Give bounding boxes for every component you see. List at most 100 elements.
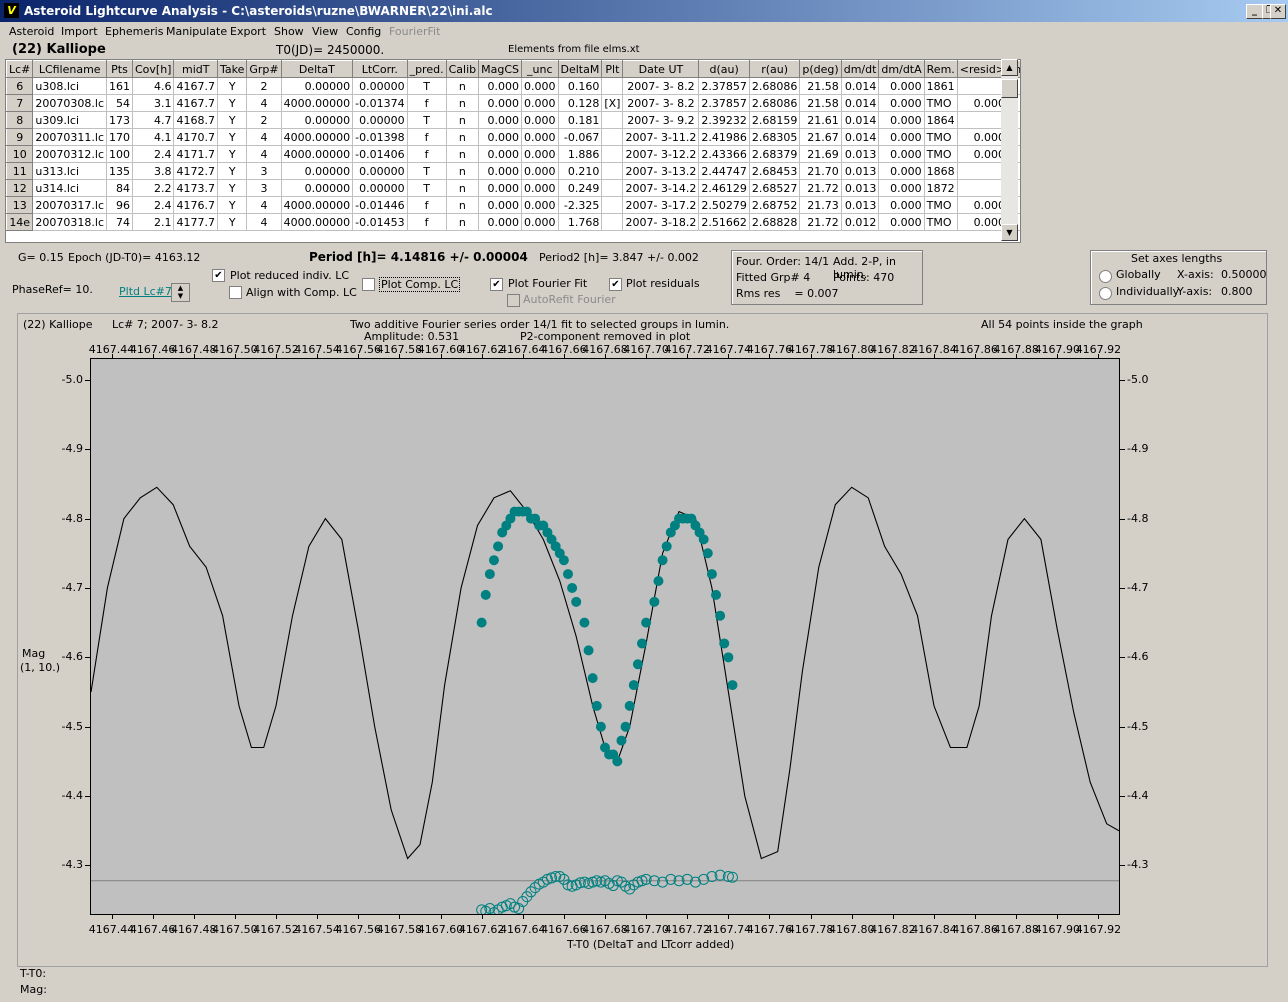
column-header[interactable]: _pred. bbox=[406, 60, 447, 78]
table-cell[interactable]: 2.41986 bbox=[698, 128, 750, 146]
table-cell[interactable]: 2 bbox=[246, 77, 282, 95]
column-header[interactable]: Calib bbox=[445, 60, 480, 78]
table-cell[interactable]: 0.000 bbox=[878, 94, 925, 112]
table-cell[interactable]: 2.4 bbox=[131, 145, 175, 163]
menu-view[interactable]: View bbox=[312, 25, 338, 38]
table-cell[interactable]: 4167.7 bbox=[173, 77, 218, 95]
table-cell[interactable]: -0.01446 bbox=[352, 196, 408, 214]
table-cell[interactable]: T bbox=[406, 162, 447, 180]
table-row[interactable]: 7 20070308.lc 54 3.1 4167.7 Y 4 4000.00000 -0.01… bbox=[6, 94, 1020, 112]
table-cell[interactable]: n bbox=[445, 196, 480, 214]
table-cell[interactable]: 2.43366 bbox=[698, 145, 750, 163]
table-cell[interactable]: 4177.7 bbox=[173, 213, 218, 231]
table-cell[interactable]: 173 bbox=[106, 111, 133, 129]
table-cell[interactable] bbox=[601, 213, 624, 231]
column-header[interactable]: Rem. bbox=[923, 60, 958, 78]
table-cell[interactable]: Y bbox=[216, 94, 248, 112]
table-cell[interactable]: 0.160 bbox=[557, 77, 603, 95]
column-header[interactable]: dm/dt bbox=[840, 60, 880, 78]
table-cell[interactable]: u308.lci bbox=[32, 77, 107, 95]
table-cell[interactable]: 0.000 bbox=[878, 111, 925, 129]
table-cell[interactable]: 0.000 bbox=[878, 196, 925, 214]
minimize-button[interactable]: _ bbox=[1246, 4, 1263, 19]
table-cell[interactable]: 20070311.lc bbox=[32, 128, 107, 146]
table-cell[interactable]: 2.68453 bbox=[748, 162, 801, 180]
table-cell[interactable]: 3.1 bbox=[131, 94, 175, 112]
table-cell[interactable]: 2.4 bbox=[131, 196, 175, 214]
scroll-down-icon[interactable]: ▼ bbox=[1001, 224, 1018, 241]
table-cell[interactable]: n bbox=[445, 145, 480, 163]
table-cell[interactable]: 0.000 bbox=[478, 145, 523, 163]
table-cell[interactable]: 4170.7 bbox=[173, 128, 218, 146]
column-header[interactable]: Pts bbox=[106, 60, 133, 78]
table-cell[interactable]: 84 bbox=[106, 179, 133, 197]
table-cell[interactable]: n bbox=[445, 128, 480, 146]
table-cell[interactable]: n bbox=[445, 179, 480, 197]
table-cell[interactable]: 0.000 bbox=[521, 145, 559, 163]
table-cell[interactable]: 0.012 bbox=[840, 213, 880, 231]
table-cell[interactable]: 2.68828 bbox=[748, 213, 801, 231]
table-cell[interactable]: 2.68527 bbox=[748, 179, 801, 197]
table-cell[interactable]: 1.886 bbox=[557, 145, 603, 163]
menu-show[interactable]: Show bbox=[274, 25, 304, 38]
plot-fourier-checkbox[interactable]: ✔ bbox=[490, 278, 503, 291]
table-cell[interactable]: 21.69 bbox=[799, 145, 842, 163]
table-row[interactable]: 6 u308.lci 161 4.6 4167.7 Y 2 0.00000 0.00000 Tn 0… bbox=[6, 77, 1020, 95]
row-number[interactable]: 7 bbox=[6, 94, 34, 112]
row-number[interactable]: 9 bbox=[6, 128, 34, 146]
table-row[interactable]: 14e 20070318.lc 74 2.1 4177.7 Y 4 4000.00000 -0.… bbox=[6, 213, 1020, 231]
table-cell[interactable]: n bbox=[445, 111, 480, 129]
table-cell[interactable] bbox=[601, 111, 624, 129]
spin-down-icon[interactable]: ▼ bbox=[172, 292, 189, 300]
table-cell[interactable]: 1.768 bbox=[557, 213, 603, 231]
table-cell[interactable]: 2007- 3-12.2 bbox=[622, 145, 700, 163]
table-cell[interactable]: 3 bbox=[246, 162, 282, 180]
table-cell[interactable]: 2.68086 bbox=[748, 94, 801, 112]
table-cell[interactable]: f bbox=[406, 145, 447, 163]
table-cell[interactable]: 21.67 bbox=[799, 128, 842, 146]
plot-comp-checkbox[interactable] bbox=[362, 278, 375, 291]
table-cell[interactable]: 0.00000 bbox=[280, 111, 354, 129]
table-cell[interactable]: 0.000 bbox=[521, 162, 559, 180]
table-cell[interactable]: n bbox=[445, 213, 480, 231]
table-cell[interactable]: 21.58 bbox=[799, 94, 842, 112]
table-cell[interactable]: 2.68379 bbox=[748, 145, 801, 163]
column-header[interactable]: midT bbox=[173, 60, 218, 78]
table-cell[interactable]: 0.128 bbox=[557, 94, 603, 112]
column-header[interactable]: LCfilename bbox=[32, 60, 107, 78]
menu-asteroid[interactable]: Asteroid bbox=[9, 25, 54, 38]
individually-radio[interactable] bbox=[1099, 287, 1112, 300]
row-number[interactable]: 8 bbox=[6, 111, 34, 129]
table-cell[interactable]: Y bbox=[216, 111, 248, 129]
table-cell[interactable]: 0.00000 bbox=[352, 77, 408, 95]
table-cell[interactable]: 2007- 3- 8.2 bbox=[622, 77, 700, 95]
table-cell[interactable]: -0.01453 bbox=[352, 213, 408, 231]
globally-radio[interactable] bbox=[1099, 270, 1112, 283]
table-cell[interactable]: 21.58 bbox=[799, 77, 842, 95]
table-cell[interactable]: 0.013 bbox=[840, 196, 880, 214]
table-cell[interactable]: 0.000 bbox=[478, 196, 523, 214]
y-axis-value[interactable]: 0.800 bbox=[1221, 285, 1253, 298]
table-cell[interactable]: 20070308.lc bbox=[32, 94, 107, 112]
table-cell[interactable]: 2.50279 bbox=[698, 196, 750, 214]
table-cell[interactable]: 2.68086 bbox=[748, 77, 801, 95]
table-cell[interactable]: 2007- 3-13.2 bbox=[622, 162, 700, 180]
table-cell[interactable]: 1872 bbox=[923, 179, 958, 197]
column-header[interactable]: MagCS bbox=[478, 60, 523, 78]
menu-config[interactable]: Config bbox=[346, 25, 381, 38]
table-cell[interactable]: 20070318.lc bbox=[32, 213, 107, 231]
table-cell[interactable]: 21.61 bbox=[799, 111, 842, 129]
table-cell[interactable]: 0.00000 bbox=[352, 111, 408, 129]
table-cell[interactable]: f bbox=[406, 213, 447, 231]
table-cell[interactable]: 0.000 bbox=[878, 128, 925, 146]
menu-ephemeris[interactable]: Ephemeris bbox=[105, 25, 163, 38]
column-header[interactable]: Date UT bbox=[622, 60, 700, 78]
table-cell[interactable]: 4 bbox=[246, 196, 282, 214]
table-cell[interactable]: 0.000 bbox=[478, 111, 523, 129]
x-axis-value[interactable]: 0.50000 bbox=[1221, 268, 1267, 281]
menu-export[interactable]: Export bbox=[230, 25, 266, 38]
menu-import[interactable]: Import bbox=[61, 25, 98, 38]
row-number[interactable]: 11 bbox=[6, 162, 34, 180]
table-row[interactable]: 13 20070317.lc 96 2.4 4176.7 Y 4 4000.00000 -0.0… bbox=[6, 196, 1020, 214]
plot-reduced-checkbox[interactable]: ✔ bbox=[212, 269, 225, 282]
